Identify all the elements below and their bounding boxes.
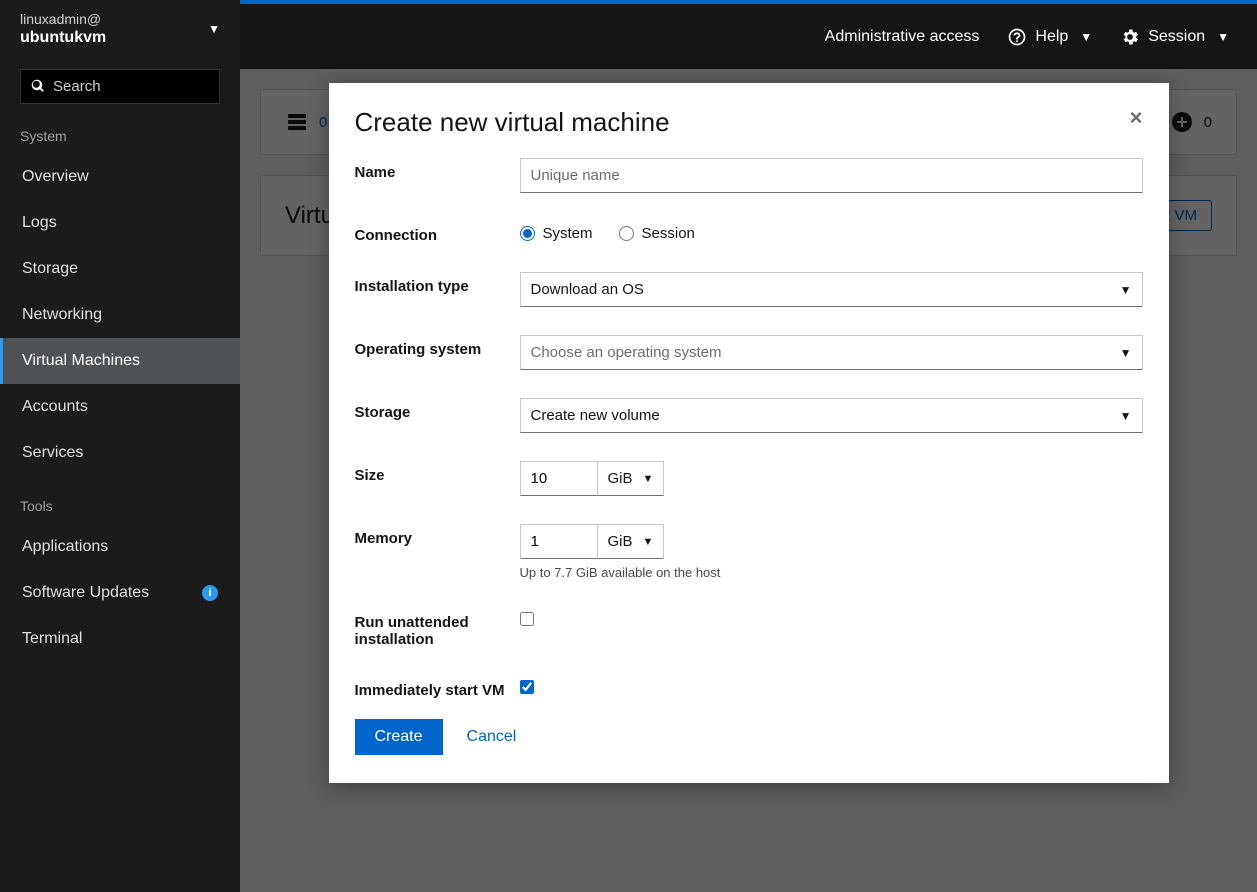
nav-item-services[interactable]: Services: [0, 430, 240, 476]
size-unit-select[interactable]: GiB ▼: [598, 461, 665, 496]
caret-down-icon: ▼: [643, 536, 654, 548]
caret-down-icon: ▼: [1120, 346, 1132, 360]
caret-down-icon: ▼: [643, 473, 654, 485]
caret-down-icon: ▼: [1080, 30, 1092, 44]
os-select[interactable]: Choose an operating system ▼: [520, 335, 1143, 370]
sidebar: linuxadmin@ ubuntukvm ▼ System Overview …: [0, 0, 240, 892]
gear-icon: [1120, 27, 1140, 47]
caret-down-icon: ▼: [1120, 283, 1132, 297]
admin-access-toggle[interactable]: Administrative access: [825, 28, 980, 46]
nav-item-overview[interactable]: Overview: [0, 154, 240, 200]
start-vm-checkbox[interactable]: [520, 680, 534, 694]
nav-item-logs[interactable]: Logs: [0, 200, 240, 246]
close-icon[interactable]: ×: [1130, 107, 1143, 129]
modal-actions: Create Cancel: [355, 719, 1143, 755]
cancel-button[interactable]: Cancel: [467, 728, 517, 746]
radio-session-input[interactable]: [619, 226, 634, 241]
label-unattended: Run unattended installation: [355, 608, 520, 648]
nav-item-terminal[interactable]: Terminal: [0, 616, 240, 662]
radio-system[interactable]: System: [520, 225, 593, 242]
label-name: Name: [355, 158, 520, 181]
topbar: Administrative access Help ▼ Session ▼: [240, 4, 1257, 69]
nav-item-accounts[interactable]: Accounts: [0, 384, 240, 430]
nav-item-virtual-machines[interactable]: Virtual Machines: [0, 338, 240, 384]
size-input[interactable]: [520, 461, 598, 496]
help-menu[interactable]: Help ▼: [1007, 27, 1092, 47]
install-type-select[interactable]: Download an OS ▼: [520, 272, 1143, 307]
search-icon: [31, 78, 45, 94]
nav-item-storage[interactable]: Storage: [0, 246, 240, 292]
modal-header: Create new virtual machine ×: [355, 107, 1143, 138]
info-badge-icon: i: [202, 585, 218, 601]
caret-down-icon: ▼: [208, 22, 220, 36]
nav-item-software-updates[interactable]: Software Updates i: [0, 570, 240, 616]
search-input[interactable]: [53, 78, 209, 95]
nav-item-applications[interactable]: Applications: [0, 524, 240, 570]
help-icon: [1007, 27, 1027, 47]
label-os: Operating system: [355, 335, 520, 358]
create-vm-modal: Create new virtual machine × Name Connec…: [329, 83, 1169, 783]
vm-name-input[interactable]: [520, 158, 1143, 193]
storage-select[interactable]: Create new volume ▼: [520, 398, 1143, 433]
search-input-wrapper[interactable]: [20, 69, 220, 104]
memory-unit-select[interactable]: GiB ▼: [598, 524, 665, 559]
connection-radio-group: System Session: [520, 221, 1143, 242]
label-size: Size: [355, 461, 520, 484]
session-menu[interactable]: Session ▼: [1120, 27, 1229, 47]
label-memory: Memory: [355, 524, 520, 547]
unattended-checkbox[interactable]: [520, 612, 534, 626]
label-connection: Connection: [355, 221, 520, 244]
nav-section-tools: Tools: [0, 488, 240, 524]
label-storage: Storage: [355, 398, 520, 421]
radio-session[interactable]: Session: [619, 225, 695, 242]
sidebar-user: linuxadmin@ ubuntukvm: [20, 10, 106, 49]
sidebar-hostname: ubuntukvm: [20, 28, 106, 49]
modal-title: Create new virtual machine: [355, 107, 670, 138]
modal-overlay[interactable]: Create new virtual machine × Name Connec…: [240, 69, 1257, 892]
sidebar-host-switcher[interactable]: linuxadmin@ ubuntukvm ▼: [0, 0, 240, 59]
nav-item-networking[interactable]: Networking: [0, 292, 240, 338]
create-button[interactable]: Create: [355, 719, 443, 755]
label-start-vm: Immediately start VM: [355, 676, 520, 699]
label-install-type: Installation type: [355, 272, 520, 295]
caret-down-icon: ▼: [1120, 409, 1132, 423]
caret-down-icon: ▼: [1217, 30, 1229, 44]
radio-system-input[interactable]: [520, 226, 535, 241]
nav-section-system: System: [0, 118, 240, 154]
memory-input[interactable]: [520, 524, 598, 559]
memory-helper-text: Up to 7.7 GiB available on the host: [520, 565, 1143, 580]
sidebar-username: linuxadmin@: [20, 10, 106, 28]
